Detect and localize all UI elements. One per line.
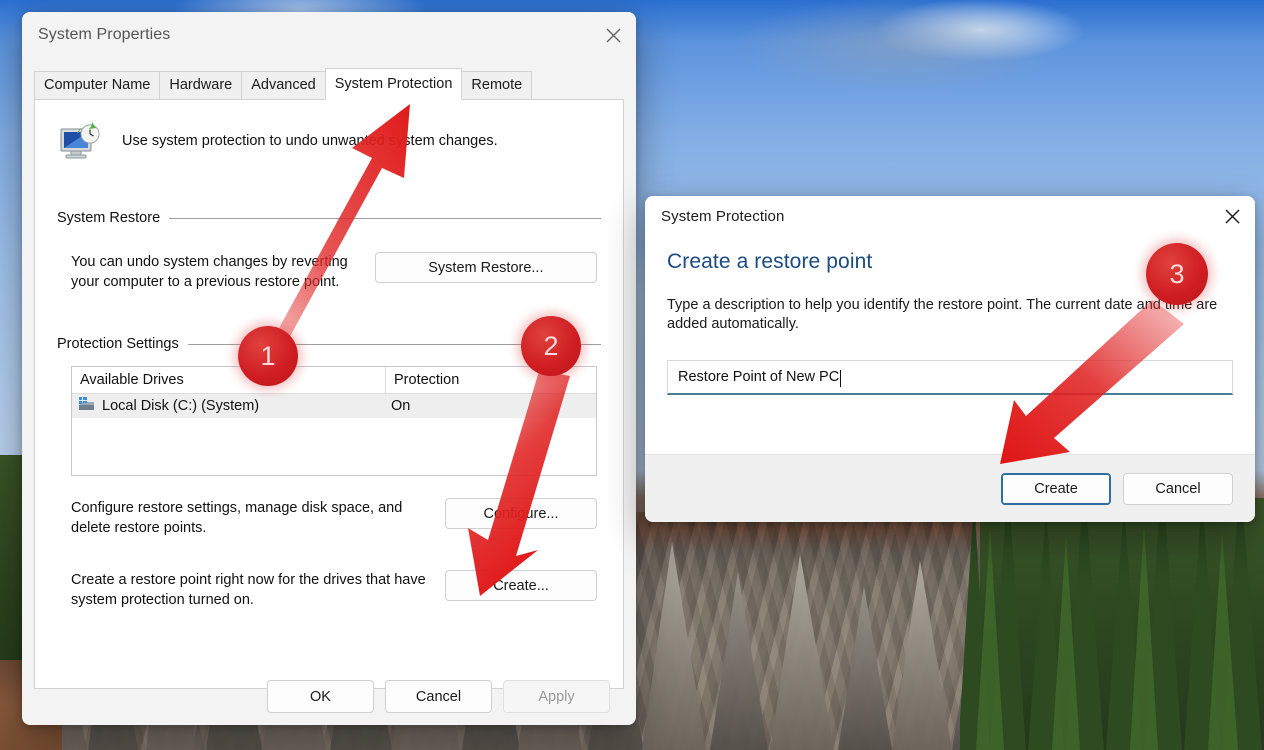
input-value: Restore Point of New PC [678,369,840,385]
group-label: Protection Settings [57,336,179,352]
tab-label: Remote [471,77,523,93]
tab-label: Advanced [251,77,316,93]
table-header-row: Available Drives Protection [72,367,596,394]
restore-point-description-input[interactable]: Restore Point of New PC [667,360,1233,395]
system-protection-title: System Protection [661,207,785,225]
protection-settings-group: Protection Settings Available Drives Pro… [57,336,601,610]
text-caret [840,369,842,387]
group-divider [187,343,601,345]
create-row: Create a restore point right now for the… [57,570,601,610]
group-divider [169,217,601,219]
button-label: Create [1034,480,1078,497]
intro-block: Use system protection to undo unwanted s… [35,100,623,167]
tab-computer-name[interactable]: Computer Name [34,71,161,99]
configure-description: Configure restore settings, manage disk … [71,500,403,536]
button-label: Create... [493,577,549,594]
dialog-description: Type a description to help you identify … [667,297,1218,332]
create-button[interactable]: Create [1001,472,1111,505]
system-restore-row: You can undo system changes by reverting… [57,252,601,292]
tab-remote[interactable]: Remote [461,71,533,99]
system-restore-description: You can undo system changes by reverting… [71,254,348,290]
screen: System Properties Computer Name Hardware… [0,0,1264,750]
tab-label: Computer Name [44,77,151,93]
tab-label: Hardware [169,77,233,93]
configure-row: Configure restore settings, manage disk … [57,498,601,538]
column-header-available-drives[interactable]: Available Drives [72,367,386,393]
cancel-button[interactable]: Cancel [1123,472,1233,505]
dialog-heading: Create a restore point [667,250,873,273]
button-label: Cancel [415,688,462,705]
system-restore-icon [59,122,103,167]
drive-name: Local Disk (C:) (System) [102,398,260,414]
system-properties-titlebar: System Properties [22,12,636,58]
button-label: Apply [538,688,575,705]
tab-system-protection[interactable]: System Protection [324,68,463,100]
ok-button[interactable]: OK [267,680,374,713]
close-icon[interactable] [1209,196,1255,236]
system-protection-footer: Create Cancel [645,454,1255,522]
tabstrip: Computer Name Hardware Advanced System P… [34,68,624,100]
system-properties-title: System Properties [38,26,171,43]
create-description: Create a restore point right now for the… [71,572,426,608]
system-restore-group-head: System Restore [57,210,601,226]
table-row[interactable]: Local Disk (C:) (System) On [72,394,596,418]
configure-button[interactable]: Configure... [445,498,597,529]
button-label: Configure... [483,505,559,522]
apply-button: Apply [503,680,610,713]
system-protection-dialog: System Protection Create a restore point… [645,196,1255,522]
system-properties-window: System Properties Computer Name Hardware… [22,12,636,725]
intro-text: Use system protection to undo unwanted s… [122,133,498,149]
protection-cell: On [391,398,411,414]
button-label: Cancel [1155,480,1201,497]
protection-settings-group-head: Protection Settings [57,336,601,352]
group-label: System Restore [57,210,161,226]
tab-hardware[interactable]: Hardware [159,71,243,99]
system-protection-body: Create a restore point Type a descriptio… [645,236,1255,395]
drive-cell: Local Disk (C:) (System) [72,396,383,416]
create-restore-point-button[interactable]: Create... [445,570,597,601]
tab-label: System Protection [334,76,453,92]
cancel-button[interactable]: Cancel [385,680,492,713]
button-label: OK [310,688,331,705]
system-protection-titlebar: System Protection [645,196,1255,236]
system-restore-group: System Restore You can undo system chang… [57,210,601,292]
system-restore-button[interactable]: System Restore... [374,252,597,283]
column-header-protection[interactable]: Protection [386,367,596,393]
close-icon[interactable] [590,12,636,58]
hard-disk-icon [78,396,95,416]
tab-advanced[interactable]: Advanced [241,71,326,99]
dialog-footer-buttons: OK Cancel Apply [22,680,636,713]
system-protection-tabpage: Use system protection to undo unwanted s… [34,100,624,689]
button-label: System Restore... [428,259,544,276]
available-drives-table[interactable]: Available Drives Protection Local Disk (… [71,366,597,476]
